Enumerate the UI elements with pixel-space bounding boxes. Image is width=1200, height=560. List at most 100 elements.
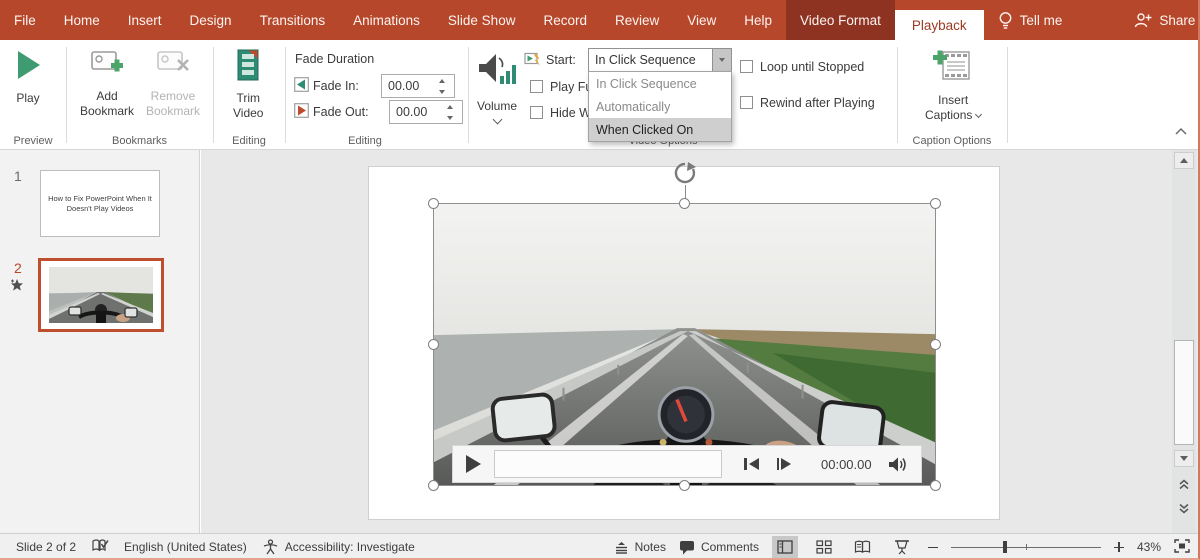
zoom-slider[interactable] <box>951 540 1101 554</box>
normal-view-button[interactable] <box>772 536 798 559</box>
play-preview-button[interactable]: Play <box>13 48 43 106</box>
loop-until-stopped-checkbox[interactable] <box>740 60 753 73</box>
share-button[interactable]: Share <box>1120 12 1200 28</box>
trim-video-button[interactable]: Trim Video <box>233 48 263 121</box>
video-play-button[interactable] <box>466 455 481 473</box>
tell-me-label: Tell me <box>1020 13 1063 28</box>
tab-video-format[interactable]: Video Format <box>786 0 895 40</box>
tab-home[interactable]: Home <box>50 0 114 40</box>
slide-2-editing-surface[interactable]: 00:00.00 <box>368 166 1000 520</box>
zoom-level[interactable]: 43% <box>1137 540 1161 554</box>
tab-review[interactable]: Review <box>601 0 673 40</box>
reading-view-icon <box>854 540 871 554</box>
start-combobox[interactable]: In Click Sequence <box>588 48 732 72</box>
resize-handle-top-left[interactable] <box>428 198 439 209</box>
video-frame-back-button[interactable] <box>744 458 759 470</box>
fade-out-down-button[interactable] <box>442 112 458 123</box>
slide-indicator: Slide 2 of 2 <box>16 540 76 554</box>
dropdown-item-in-click-sequence[interactable]: In Click Sequence <box>589 72 731 95</box>
slide-1-number: 1 <box>14 168 22 184</box>
tab-file[interactable]: File <box>0 0 50 40</box>
fade-in-input[interactable] <box>382 75 434 97</box>
tab-slide-show[interactable]: Slide Show <box>434 0 530 40</box>
reading-view-button[interactable] <box>850 536 876 559</box>
arrow-down-icon <box>1180 456 1188 461</box>
video-frame-forward-button[interactable] <box>777 458 792 470</box>
language-indicator[interactable]: English (United States) <box>124 540 247 554</box>
add-bookmark-button[interactable]: Add Bookmark <box>80 48 134 119</box>
start-label: Start: <box>546 53 576 67</box>
play-full-screen-checkbox[interactable] <box>530 80 543 93</box>
slide-2-thumbnail[interactable] <box>38 258 164 332</box>
remove-bookmark-button[interactable]: Remove Bookmark <box>146 48 200 119</box>
zoom-slider-thumb[interactable] <box>1003 541 1007 553</box>
fade-in-label: Fade In: <box>313 79 359 93</box>
hide-while-not-playing-checkbox[interactable] <box>530 106 543 119</box>
previous-slide-button[interactable] <box>1174 476 1194 493</box>
resize-handle-top-right[interactable] <box>930 198 941 209</box>
video-mute-button[interactable] <box>888 456 908 473</box>
tab-transitions[interactable]: Transitions <box>246 0 340 40</box>
group-editing: Fade Duration Fade In: Fade Out: Editing <box>285 40 468 150</box>
animation-star-icon[interactable] <box>10 278 24 297</box>
scroll-up-button[interactable] <box>1174 152 1194 169</box>
video-seek-bar[interactable] <box>494 450 722 478</box>
comments-button[interactable]: Comments <box>679 540 759 555</box>
fade-out-up-button[interactable] <box>442 101 458 112</box>
fade-out-input[interactable] <box>390 101 442 123</box>
group-caption-options: Insert Captions Caption Options <box>897 40 1007 150</box>
resize-handle-bottom-center[interactable] <box>679 480 690 491</box>
scroll-down-button[interactable] <box>1174 450 1194 467</box>
spell-check-icon[interactable] <box>91 538 109 556</box>
trim-video-label-1: Trim <box>236 91 260 106</box>
tab-insert[interactable]: Insert <box>114 0 176 40</box>
next-slide-button[interactable] <box>1174 500 1194 517</box>
slide-1-title: How to Fix PowerPoint When It Doesn't Pl… <box>48 194 152 213</box>
zoom-in-button[interactable] <box>1114 542 1124 552</box>
volume-button[interactable]: Volume <box>476 50 518 123</box>
selected-video-object[interactable]: 00:00.00 <box>433 203 936 486</box>
rotation-handle[interactable] <box>673 161 697 190</box>
slide-show-view-button[interactable] <box>889 536 915 559</box>
notes-button[interactable]: Notes <box>614 540 666 554</box>
zoom-out-button[interactable] <box>928 542 938 552</box>
tell-me-button[interactable]: Tell me <box>984 11 1077 30</box>
fade-in-up-button[interactable] <box>434 75 450 86</box>
dropdown-item-when-clicked-on[interactable]: When Clicked On <box>589 118 731 141</box>
volume-label: Volume <box>477 99 517 114</box>
tab-view[interactable]: View <box>673 0 730 40</box>
resize-handle-middle-left[interactable] <box>428 339 439 350</box>
group-label-bookmarks: Bookmarks <box>66 135 213 147</box>
start-combobox-value: In Click Sequence <box>589 53 712 67</box>
frame-forward-icon <box>777 458 780 470</box>
rewind-after-playing-checkbox[interactable] <box>740 96 753 109</box>
tab-animations[interactable]: Animations <box>339 0 434 40</box>
dropdown-item-automatically[interactable]: Automatically <box>589 95 731 118</box>
start-combobox-arrow-button[interactable] <box>712 49 731 71</box>
group-label-editing2: Editing <box>305 135 425 147</box>
slide-sorter-view-button[interactable] <box>811 536 837 559</box>
collapse-ribbon-button[interactable] <box>1174 123 1188 141</box>
powerpoint-window: File Home Insert Design Transitions Anim… <box>0 0 1200 560</box>
chevron-down-icon <box>719 58 725 62</box>
volume-icon <box>476 50 518 95</box>
slide-1-thumbnail[interactable]: How to Fix PowerPoint When It Doesn't Pl… <box>40 170 160 237</box>
loop-until-stopped-label: Loop until Stopped <box>760 60 864 74</box>
tab-record[interactable]: Record <box>529 0 601 40</box>
tab-playback[interactable]: Playback <box>895 10 984 40</box>
tab-design[interactable]: Design <box>176 0 246 40</box>
play-label: Play <box>16 91 39 106</box>
tab-help[interactable]: Help <box>730 0 786 40</box>
resize-handle-middle-right[interactable] <box>930 339 941 350</box>
resize-handle-bottom-left[interactable] <box>428 480 439 491</box>
fit-slide-to-window-button[interactable] <box>1174 539 1190 556</box>
start-dropdown-list: In Click Sequence Automatically When Cli… <box>588 71 732 142</box>
resize-handle-top-center[interactable] <box>679 198 690 209</box>
scrollbar-thumb[interactable] <box>1174 340 1194 445</box>
arrow-up-icon <box>1180 158 1188 163</box>
notes-icon <box>614 541 629 554</box>
fade-in-down-button[interactable] <box>434 86 450 97</box>
insert-captions-button[interactable]: Insert Captions <box>925 48 981 123</box>
accessibility-checker[interactable]: Accessibility: Investigate <box>262 539 415 555</box>
resize-handle-bottom-right[interactable] <box>930 480 941 491</box>
